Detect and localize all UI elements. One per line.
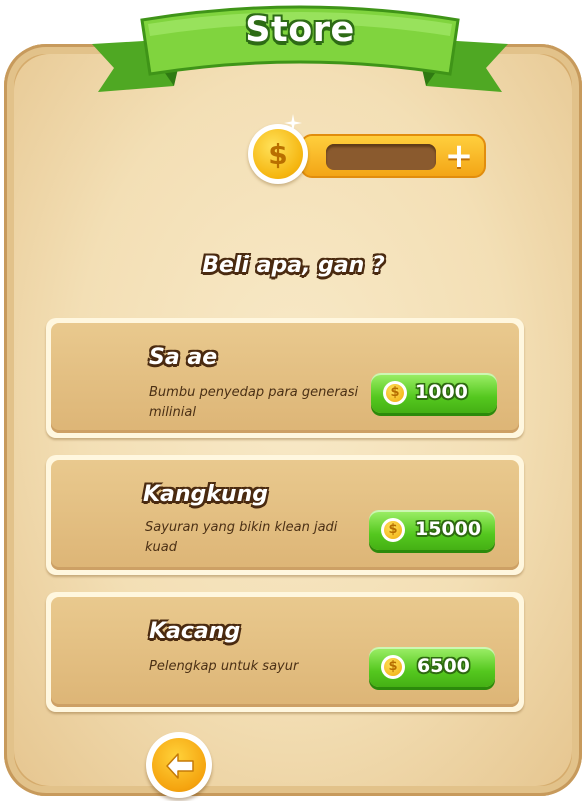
currency-balance-field — [326, 144, 436, 170]
coin-symbol: $ — [384, 521, 402, 539]
dollar-coin-icon: $ — [248, 124, 308, 184]
item-name: Kangkung — [143, 482, 269, 507]
item-description: Pelengkap untuk sayur — [149, 659, 299, 674]
buy-button[interactable]: $ 1000 — [371, 373, 497, 413]
coin-symbol: $ — [384, 658, 402, 676]
back-button[interactable] — [146, 732, 212, 798]
dollar-coin-icon: $ — [381, 518, 405, 542]
dollar-coin-icon: $ — [383, 381, 407, 405]
back-button-face — [152, 738, 206, 792]
item-description: Bumbu penyedap para generasi milinial — [149, 385, 359, 420]
sparkle-icon — [284, 114, 302, 132]
coin-face: $ — [253, 129, 303, 179]
coin-symbol: $ — [268, 138, 288, 171]
item-name: Kacang — [149, 619, 241, 644]
shop-item-card: Kacang Pelengkap untuk sayur $ 6500 — [46, 592, 524, 712]
item-description: Sayuran yang bikin klean jadi kuad — [145, 520, 338, 555]
shop-item-face: Kangkung Sayuran yang bikin klean jadi k… — [51, 460, 519, 570]
add-currency-button[interactable]: + — [444, 139, 474, 173]
buy-button[interactable]: $ 15000 — [369, 510, 495, 550]
dollar-coin-icon: $ — [381, 655, 405, 679]
shop-item-face: Sa ae Bumbu penyedap para generasi milin… — [51, 323, 519, 433]
shop-item-face: Kacang Pelengkap untuk sayur $ 6500 — [51, 597, 519, 707]
item-name: Sa ae — [149, 345, 218, 370]
shop-item-card: Sa ae Bumbu penyedap para generasi milin… — [46, 318, 524, 438]
currency-bar: + — [300, 134, 486, 178]
shop-item-card: Kangkung Sayuran yang bikin klean jadi k… — [46, 455, 524, 575]
item-price: 15000 — [415, 518, 482, 540]
page-title: Store — [245, 10, 355, 50]
buy-button[interactable]: $ 6500 — [369, 647, 495, 687]
title-ribbon: Store — [88, 0, 512, 104]
item-price: 6500 — [417, 655, 470, 677]
store-prompt: Beli apa, gan ? — [202, 253, 385, 278]
item-price: 1000 — [415, 381, 468, 403]
arrow-left-icon — [166, 753, 194, 779]
coin-symbol: $ — [386, 384, 404, 402]
